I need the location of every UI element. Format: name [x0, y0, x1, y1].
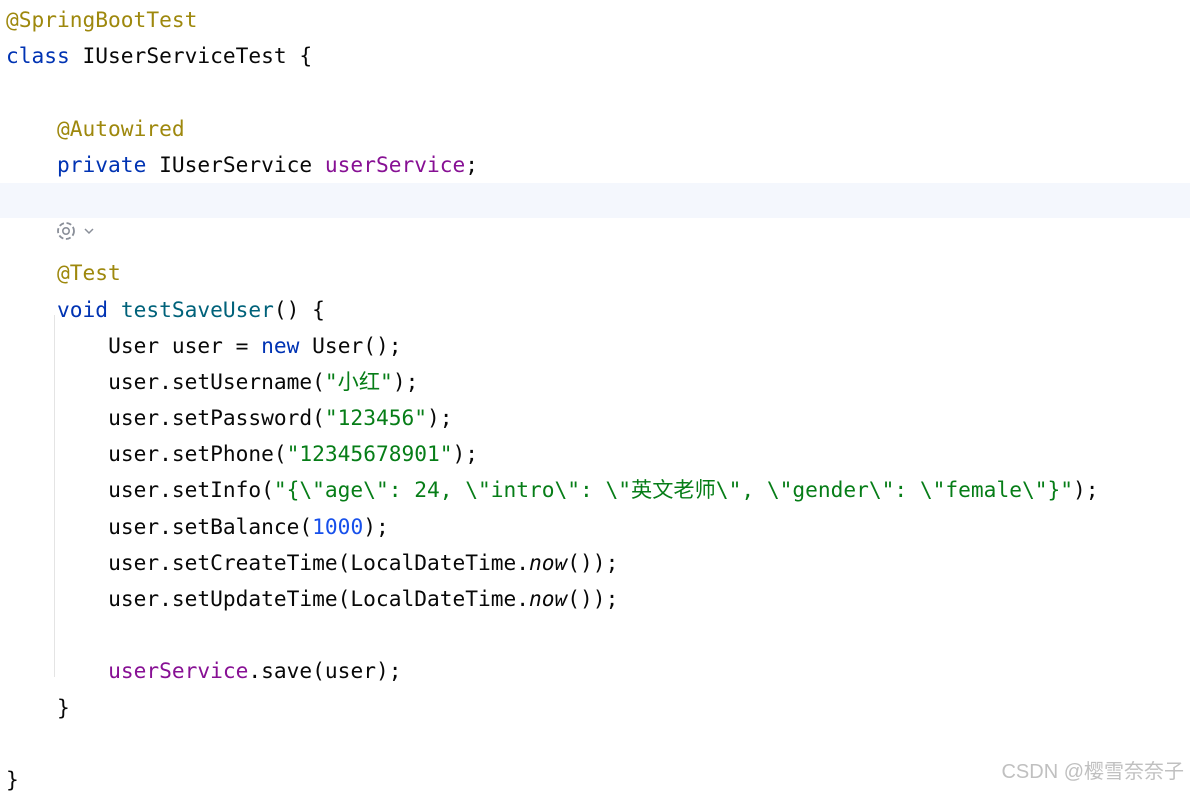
annotation-spring-boot-test: @SpringBootTest — [6, 7, 198, 32]
keyword-void: void — [57, 296, 109, 322]
new-user-stmt-end: User(); — [299, 332, 402, 358]
set-password-call: user.setPassword( — [108, 405, 325, 431]
keyword-class: class — [6, 43, 70, 69]
code-content[interactable]: @SpringBootTest class IUserServiceTest {… — [6, 2, 1190, 798]
set-balance-end: ); — [363, 513, 389, 539]
code-line-20: } — [6, 690, 1190, 726]
now-method: now — [529, 549, 568, 575]
code-line-14: user.setInfo("{\"age\": 24, \"intro\": \… — [6, 472, 1190, 508]
new-user-stmt-start: User user = — [108, 332, 262, 358]
set-update-time-end: ()); — [567, 586, 619, 611]
code-line-12: user.setPassword("123456"); — [6, 400, 1190, 436]
class-name: IUserServiceTest { — [69, 43, 313, 69]
method-name: testSaveUser — [120, 296, 274, 322]
code-line-9: void testSaveUser() { — [6, 292, 1190, 328]
balance-number: 1000 — [312, 513, 364, 539]
code-line-19: userService.save(user); — [6, 653, 1190, 689]
set-password-end: ); — [426, 405, 453, 431]
code-line-5: private IUserService userService; — [6, 147, 1190, 183]
code-line-2: class IUserServiceTest { — [6, 38, 1190, 74]
code-line-4: @Autowired — [6, 111, 1190, 147]
field-name: userService — [324, 151, 466, 177]
code-line-8: @Test — [6, 255, 1190, 291]
method-close-brace: } — [57, 694, 70, 720]
set-create-time-call: user.setCreateTime(LocalDateTime. — [108, 549, 530, 575]
password-string: "123456" — [324, 405, 427, 431]
set-balance-call: user.setBalance( — [108, 513, 313, 539]
field-semicolon: ; — [465, 151, 479, 177]
set-update-time-call: user.setUpdateTime(LocalDateTime. — [108, 586, 530, 611]
keyword-private: private — [57, 151, 147, 177]
code-line-15: user.setBalance(1000); — [6, 509, 1190, 545]
code-line-13: user.setPhone("12345678901"); — [6, 436, 1190, 472]
keyword-new: new — [261, 332, 300, 358]
code-line-16: user.setCreateTime(LocalDateTime.now()); — [6, 545, 1190, 581]
annotation-autowired: @Autowired — [57, 115, 185, 141]
now-method: now — [529, 586, 568, 611]
watermark: CSDN @樱雪奈奈子 — [1001, 761, 1184, 783]
set-info-end: ); — [1072, 477, 1099, 503]
field-type: IUserService — [146, 151, 325, 177]
service-field-ref: userService — [108, 658, 249, 684]
set-username-end: ); — [392, 368, 419, 394]
save-call: .save(user); — [248, 658, 402, 684]
annotation-test: @Test — [57, 260, 121, 286]
info-json-string: "{\"age\": 24, \"intro\": \"英文老师\", \"ge… — [273, 477, 1073, 503]
phone-string: "12345678901" — [286, 441, 453, 467]
set-info-call: user.setInfo( — [108, 477, 274, 503]
set-create-time-end: ()); — [567, 549, 619, 575]
code-line-11: user.setUsername("小红"); — [6, 364, 1190, 400]
code-editor[interactable]: @SpringBootTest class IUserServiceTest {… — [0, 0, 1190, 792]
set-phone-end: ); — [452, 441, 478, 467]
username-string: "小红" — [324, 368, 393, 394]
set-phone-call: user.setPhone( — [108, 441, 287, 467]
code-line-1: @SpringBootTest — [6, 2, 1190, 38]
class-close-brace: } — [6, 766, 19, 792]
code-line-17: user.setUpdateTime(LocalDateTime.now()); — [6, 581, 1190, 617]
method-signature-end: () { — [273, 296, 325, 322]
code-line-10: User user = new User(); — [6, 328, 1190, 364]
set-username-call: user.setUsername( — [108, 368, 325, 394]
